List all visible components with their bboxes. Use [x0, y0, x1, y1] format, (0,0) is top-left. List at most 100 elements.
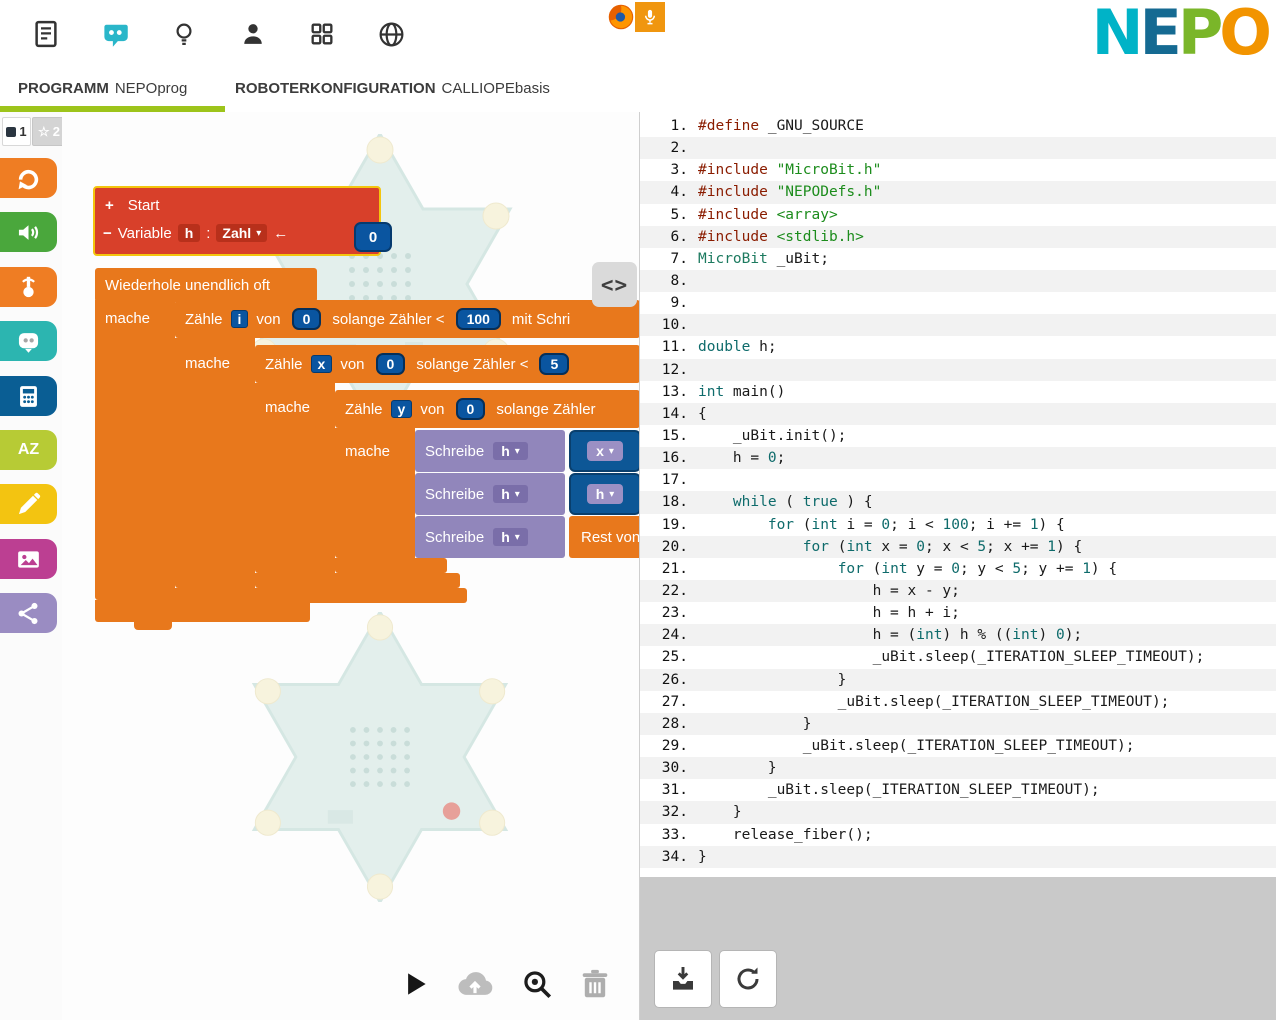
variable-type-dropdown[interactable]: Zahl [216, 224, 267, 242]
bulb-icon[interactable] [166, 15, 202, 53]
loop-y-var-field[interactable]: y [391, 400, 413, 418]
write-1-value-dropdown[interactable]: x [587, 441, 623, 461]
trash-icon[interactable] [577, 966, 613, 1002]
write-3-var-dropdown[interactable]: h [493, 528, 528, 546]
line-number: 26. [640, 669, 698, 691]
block-count-value: 1 [19, 124, 26, 139]
line-number: 19. [640, 514, 698, 536]
count-loop-i-block[interactable]: Zähle i von 0 solange Zähler < 100 mit S… [175, 300, 639, 338]
code-line-14: 14.{ [640, 403, 1276, 425]
count-loop-x-bottom[interactable] [255, 573, 460, 588]
tab-program[interactable]: PROGRAMM NEPOprog [18, 70, 187, 106]
star-count-badge[interactable]: ☆ 2 [32, 117, 66, 146]
logo-letter-N: N [1092, 0, 1140, 66]
loop-i-start-value[interactable]: 0 [292, 308, 322, 330]
write-2-var-dropdown[interactable]: h [493, 485, 528, 503]
cloud-upload-icon[interactable] [453, 964, 497, 1004]
document-icon[interactable] [28, 15, 64, 53]
palette-item-sound[interactable] [0, 212, 57, 252]
variable-name-field[interactable]: h [178, 224, 201, 242]
loop-y-mache-label: mache [345, 443, 390, 460]
write-2-value-dropdown[interactable]: h [587, 484, 624, 504]
code-line-9: 9. [640, 292, 1276, 314]
line-number: 33. [640, 824, 698, 846]
logo-letter-O: O [1219, 0, 1268, 66]
zoom-icon[interactable] [520, 967, 554, 1001]
block-count-icon [6, 127, 16, 137]
block-count-badge[interactable]: 1 [2, 117, 31, 146]
loop-x-start-value[interactable]: 0 [376, 353, 406, 375]
code-line-1: 1.#define _GNU_SOURCE [640, 115, 1276, 137]
palette-item-sensors[interactable] [0, 267, 57, 307]
loop-x-end-value[interactable]: 5 [539, 353, 569, 375]
write-2-label: Schreibe [425, 486, 484, 503]
roberta-icon[interactable] [97, 15, 133, 53]
view-tabs: PROGRAMM NEPOprog ROBOTERKONFIGURATION C… [0, 70, 1276, 113]
start-value-block[interactable]: 0 [354, 222, 392, 252]
repeat-forever-bottom[interactable] [95, 600, 310, 622]
repeat-forever-arm[interactable] [95, 300, 175, 600]
speaker-icon [15, 219, 42, 246]
write-block-1[interactable]: Schreibe h [415, 430, 565, 472]
write-1-var-dropdown[interactable]: h [493, 442, 528, 460]
palette-item-math[interactable] [0, 376, 57, 416]
play-icon[interactable] [400, 969, 430, 999]
line-number: 32. [640, 801, 698, 823]
loop-x-var-field[interactable]: x [311, 355, 333, 373]
tab-robot-configuration[interactable]: ROBOTERKONFIGURATION CALLIOPEbasis [235, 70, 550, 106]
nepo-logo: NEPO [1092, 0, 1268, 66]
loop-y-start-value[interactable]: 0 [456, 398, 486, 420]
code-line-29: 29. _uBit.sleep(_ITERATION_SLEEP_TIMEOUT… [640, 735, 1276, 757]
write-2-value-socket[interactable]: h [569, 473, 639, 515]
repeat-forever-foot [134, 622, 172, 630]
line-number: 2. [640, 137, 698, 159]
arrow-icon [15, 165, 42, 192]
collapse-minus[interactable]: − [103, 225, 112, 242]
count-loop-y-bottom[interactable] [335, 558, 447, 573]
repeat-mache-label: mache [105, 310, 150, 327]
write-block-2[interactable]: Schreibe h [415, 473, 565, 515]
count-loop-i-arm[interactable] [175, 338, 255, 588]
az-icon: AZ [18, 441, 39, 459]
count-loop-x-block[interactable]: Zähle x von 0 solange Zähler < 5 [255, 345, 639, 383]
palette-item-text[interactable]: AZ [0, 430, 57, 470]
line-number: 21. [640, 558, 698, 580]
star-count-value: 2 [53, 124, 60, 139]
count-loop-i-bottom[interactable] [175, 588, 467, 603]
palette-item-messages[interactable] [0, 593, 57, 633]
blockly-workspace[interactable]: + Start − Variable h : Zahl ← 0 Wiederho… [62, 112, 639, 1020]
write-block-3[interactable]: Schreibe h [415, 516, 565, 558]
expand-plus[interactable]: + [105, 197, 114, 214]
start-block[interactable]: + Start − Variable h : Zahl ← [93, 186, 381, 256]
palette-item-action[interactable] [0, 158, 57, 198]
user-icon[interactable] [235, 15, 271, 53]
loop-i-end-value[interactable]: 100 [456, 308, 501, 330]
line-number: 5. [640, 204, 698, 226]
calculator-icon [15, 383, 42, 410]
refresh-button[interactable] [720, 951, 776, 1007]
loop-i-step-label: mit Schri [512, 311, 570, 328]
firefox-icon[interactable] [607, 3, 635, 31]
repeat-forever-label: Wiederhole unendlich oft [105, 277, 270, 294]
palette-item-images[interactable] [0, 539, 57, 579]
language-icon[interactable] [373, 15, 409, 53]
palette: AZ [0, 112, 62, 1020]
loop-y-cond: solange Zähler [496, 401, 595, 418]
write-1-value-socket[interactable]: x [569, 430, 639, 472]
apps-icon[interactable] [304, 15, 340, 53]
palette-item-control[interactable] [0, 321, 57, 361]
loop-i-var-field[interactable]: i [231, 310, 249, 328]
code-line-19: 19. for (int i = 0; i < 100; i += 1) { [640, 514, 1276, 536]
count-loop-y-block[interactable]: Zähle y von 0 solange Zähler [335, 390, 639, 428]
code-view-toggle-button[interactable]: <> [592, 262, 637, 307]
line-number: 23. [640, 602, 698, 624]
download-button[interactable] [655, 951, 711, 1007]
palette-item-pen[interactable] [0, 484, 57, 524]
line-number: 4. [640, 181, 698, 203]
modulo-block[interactable]: Rest von [569, 516, 639, 558]
loop-y-zaehle: Zähle [345, 401, 383, 418]
repeat-forever-block[interactable]: Wiederhole unendlich oft [95, 268, 317, 302]
mic-icon[interactable] [635, 2, 665, 32]
line-number: 9. [640, 292, 698, 314]
code-line-34: 34.} [640, 846, 1276, 868]
